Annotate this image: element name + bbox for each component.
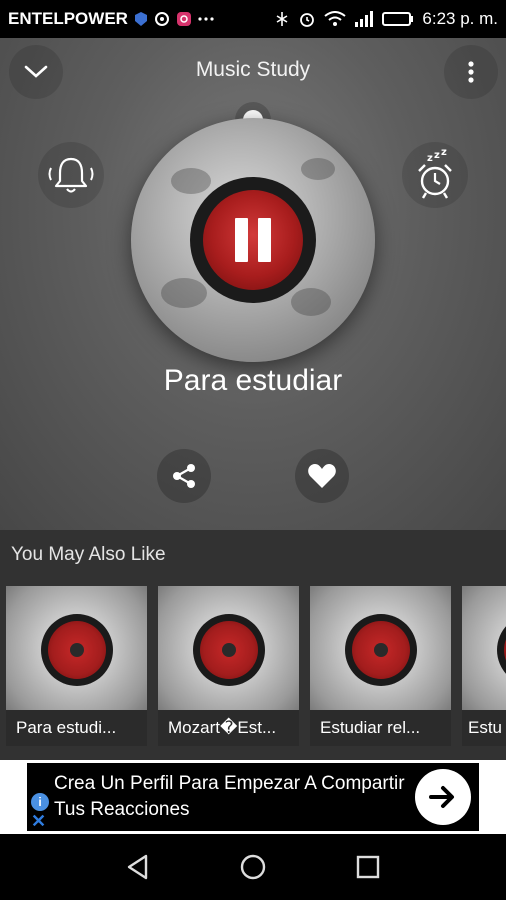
recommendation-card[interactable]: Estudiar rel... <box>310 586 451 746</box>
signal-icon <box>354 11 374 27</box>
recents-square-icon <box>357 855 380 879</box>
speaker-thumbnail-icon <box>345 614 417 686</box>
speaker-thumbnail-icon <box>193 614 265 686</box>
more-notifications-icon <box>198 16 214 22</box>
alarm-clock-zzz-icon: z z z <box>418 149 452 199</box>
pause-icon-bar-left <box>235 218 248 262</box>
ad-info-icon[interactable]: i <box>31 793 49 811</box>
speaker-thumbnail-icon <box>41 614 113 686</box>
share-icon <box>173 464 195 488</box>
bell-button[interactable] <box>38 142 104 208</box>
album-art-disc <box>131 118 375 362</box>
page-title: Music Study <box>195 58 311 81</box>
back-triangle-icon <box>127 854 147 880</box>
ad-close-icon[interactable]: ✕ <box>31 812 46 830</box>
speaker-thumbnail-icon <box>497 614 506 686</box>
instagram-icon <box>176 11 192 27</box>
ad-banner[interactable]: i ✕ Crea Un Perfil Para Empezar A Compar… <box>27 763 479 831</box>
recents-button[interactable] <box>348 847 388 887</box>
sync-icon <box>274 10 290 28</box>
app-notification-icon <box>154 11 170 27</box>
svg-text:z: z <box>427 153 433 164</box>
card-title: Mozart�Est... <box>158 710 299 746</box>
recommendation-card[interactable]: Mozart�Est... <box>158 586 299 746</box>
favorite-button[interactable] <box>295 449 349 503</box>
bell-icon <box>48 157 94 193</box>
pause-button[interactable] <box>203 190 303 290</box>
system-nav-bar <box>0 834 506 900</box>
player-panel: Music Study z z z Para estudiar <box>0 38 506 530</box>
ad-text: Crea Un Perfil Para Empezar A Compartir … <box>54 773 405 820</box>
alarm-icon <box>298 10 316 28</box>
notification-icon <box>134 11 148 27</box>
card-thumbnail <box>462 586 506 710</box>
more-vert-icon <box>468 61 474 83</box>
arrow-right-icon <box>429 786 454 808</box>
speaker-graphic <box>190 177 316 303</box>
carrier-name: ENTELPOWER <box>8 9 128 28</box>
card-title: Estudiar rel... <box>310 710 451 746</box>
ad-arrow-button[interactable] <box>415 769 471 825</box>
recommendations-section: You May Also Like Para estudi... Mozart�… <box>0 530 506 760</box>
card-title: Estu <box>462 710 506 746</box>
back-button[interactable] <box>118 847 158 887</box>
ad-banner-container: i ✕ Crea Un Perfil Para Empezar A Compar… <box>0 760 506 834</box>
home-button[interactable] <box>233 847 273 887</box>
recommendations-list: Para estudi... Mozart�Est... Estudiar re… <box>6 586 506 746</box>
share-button[interactable] <box>157 449 211 503</box>
sleep-timer-button[interactable]: z z z <box>402 142 468 208</box>
clock: 6:23 p. m. <box>422 9 498 28</box>
section-heading: You May Also Like <box>11 544 166 565</box>
wifi-icon <box>324 11 347 27</box>
card-thumbnail <box>6 586 147 710</box>
recommendation-card[interactable]: Estu <box>462 586 506 746</box>
home-circle-icon <box>240 854 266 880</box>
svg-text:z: z <box>434 150 440 161</box>
track-name: Para estudiar <box>163 364 343 397</box>
card-thumbnail <box>158 586 299 710</box>
card-title: Para estudi... <box>6 710 147 746</box>
pause-icon-bar-right <box>258 218 271 262</box>
card-thumbnail <box>310 586 451 710</box>
battery-icon <box>382 11 414 27</box>
svg-text:z: z <box>441 149 447 158</box>
status-bar: ENTELPOWER 6:23 p. m. <box>0 0 506 38</box>
recommendation-card[interactable]: Para estudi... <box>6 586 147 746</box>
heart-icon <box>308 464 336 488</box>
more-options-button[interactable] <box>444 45 498 99</box>
